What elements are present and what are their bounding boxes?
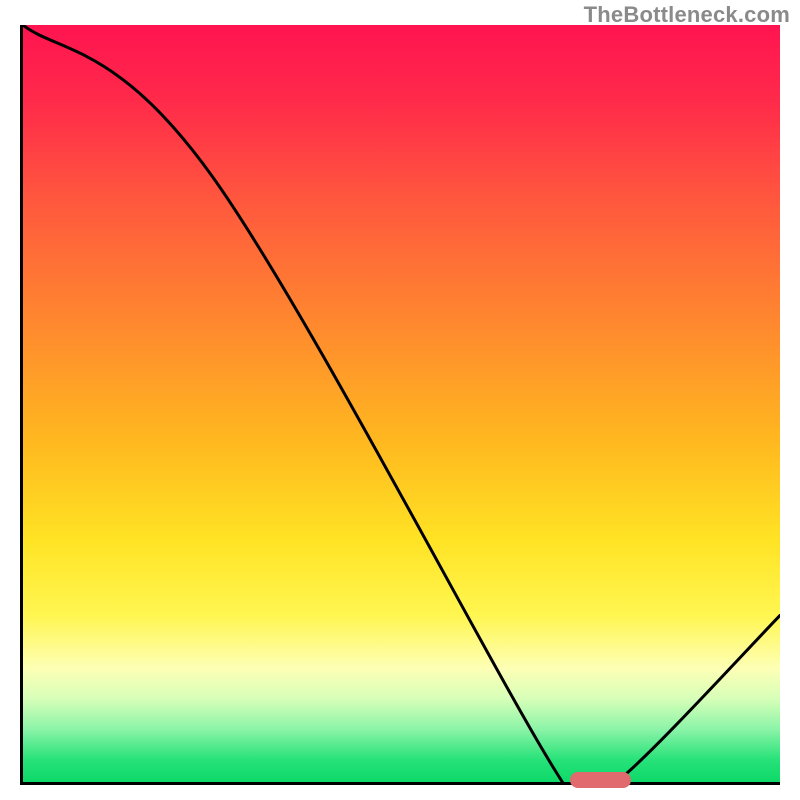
- chart-container: TheBottleneck.com: [0, 0, 800, 800]
- watermark-text: TheBottleneck.com: [584, 2, 790, 28]
- curve-overlay: [23, 25, 780, 782]
- plot-area: [20, 25, 780, 785]
- optimal-marker: [570, 772, 631, 788]
- bottleneck-curve-path: [23, 25, 780, 782]
